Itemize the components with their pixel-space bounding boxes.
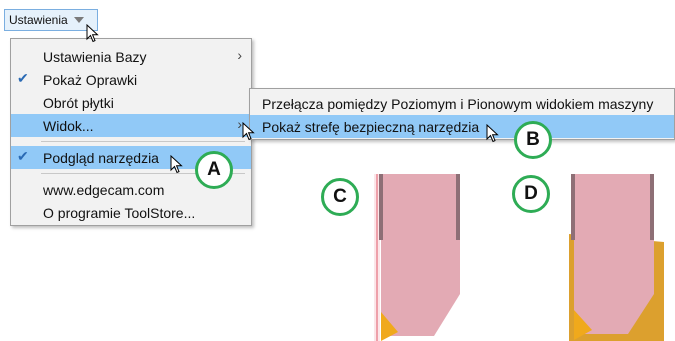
menu-item-view[interactable]: Widok... › [11,114,251,137]
tool-body [381,174,460,336]
menu-item-label: Widok... [43,117,94,134]
callout-letter: A [207,159,221,180]
callout-badge-d: D [512,175,550,213]
menu-item-show-holders[interactable]: ✔ Pokaż Oprawki [11,68,251,91]
view-submenu: Przełącza pomiędzy Poziomym i Pionowym w… [249,88,675,140]
checkmark-icon: ✔ [17,148,29,164]
callout-badge-a: A [195,151,233,189]
settings-dropdown-menu: Ustawienia Bazy › ✔ Pokaż Oprawki Obrót … [10,38,252,226]
tool-preview-without-safety-zone [374,174,460,341]
menu-item-label: Pokaż Oprawki [43,71,138,88]
menu-item-label: O programie ToolStore... [43,204,196,221]
submenu-item-label: Przełącza pomiędzy Poziomym i Pionowym w… [262,95,654,112]
checkmark-icon: ✔ [17,70,29,86]
menu-item-insert-rotation[interactable]: Obrót płytki [11,91,251,114]
callout-letter: C [333,186,347,207]
callout-letter: D [524,183,538,204]
menu-item-base-settings[interactable]: Ustawienia Bazy › [11,45,251,68]
menu-item-label: Ustawienia Bazy [43,48,147,65]
settings-menu-label: Ustawienia [9,13,68,27]
tool-preview-with-safety-zone [569,174,664,341]
callout-letter: B [526,129,540,150]
holder-edge-right [650,174,654,240]
tool-body [574,174,654,334]
holder-edge-right [456,174,460,240]
chevron-right-icon: › [237,47,242,63]
menu-separator [41,141,245,142]
submenu-item-toggle-machine-view[interactable]: Przełącza pomiędzy Poziomym i Pionowym w… [250,92,674,115]
callout-badge-c: C [321,178,359,216]
menu-item-label: www.edgecam.com [43,181,165,198]
menu-item-label: Obrót płytki [43,94,114,111]
menu-item-about[interactable]: O programie ToolStore... [11,201,251,224]
callout-badge-b: B [514,121,552,159]
menu-item-label: Podgląd narzędzia [43,149,159,166]
submenu-item-label: Pokaż strefę bezpieczną narzędzia [262,118,480,135]
submenu-item-show-safety-zone[interactable]: Pokaż strefę bezpieczną narzędzia [250,115,674,138]
holder-edge-left [379,174,383,240]
settings-menu-button[interactable]: Ustawienia [4,9,98,31]
caret-down-icon [73,17,84,23]
holder-edge-left [571,174,575,240]
